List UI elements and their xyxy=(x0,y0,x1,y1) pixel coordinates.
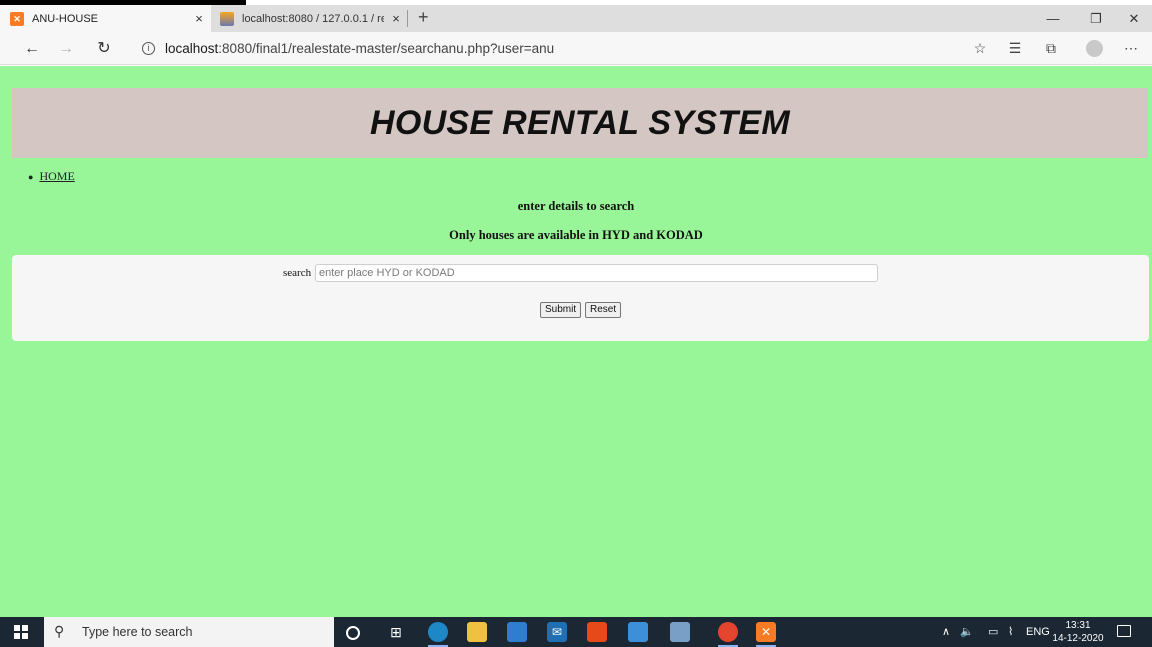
favorites-list-icon[interactable]: ☰ xyxy=(1004,32,1026,65)
page-content: HOUSE RENTAL SYSTEM ● HOME enter details … xyxy=(0,66,1152,617)
battery-icon[interactable]: ▭ xyxy=(988,617,998,647)
search-icon: ⚲ xyxy=(54,623,65,639)
tab-title: localhost:8080 / 127.0.0.1 / reale xyxy=(242,12,384,25)
favorite-star-icon[interactable]: ☆ xyxy=(969,32,991,65)
minimize-button[interactable]: — xyxy=(1034,5,1072,32)
cortana-icon[interactable] xyxy=(346,626,360,640)
info-icon[interactable]: i xyxy=(142,42,155,55)
phpmyadmin-icon xyxy=(220,11,234,26)
more-menu-icon[interactable]: ⋯ xyxy=(1120,32,1142,65)
system-clock[interactable]: 13:31 14-12-2020 xyxy=(1052,619,1104,645)
url-field[interactable]: localhost:8080/final1/realestate-master/… xyxy=(165,32,554,65)
taskbar-search-placeholder: Type here to search xyxy=(82,625,193,639)
bullet-icon: ● xyxy=(28,172,34,182)
url-host: localhost xyxy=(165,41,219,56)
tab-title: ANU-HOUSE xyxy=(32,12,99,25)
tab-anu-house[interactable]: ✕ ANU-HOUSE × xyxy=(0,5,211,32)
tab-phpmyadmin[interactable]: localhost:8080 / 127.0.0.1 / reale × xyxy=(212,5,408,32)
forward-arrow-icon[interactable]: → xyxy=(54,32,78,65)
photos-icon[interactable] xyxy=(670,622,690,642)
home-link[interactable]: HOME xyxy=(39,169,74,183)
search-instruction: enter details to search xyxy=(517,199,635,213)
tab-close-icon[interactable]: × xyxy=(187,11,211,26)
mail-icon[interactable]: ✉ xyxy=(547,622,567,642)
header-banner: HOUSE RENTAL SYSTEM xyxy=(12,88,1148,158)
chrome-icon[interactable] xyxy=(718,622,738,647)
search-form: search Submit Reset xyxy=(12,255,1149,341)
language-indicator[interactable]: ENG xyxy=(1026,617,1050,647)
tab-close-icon[interactable]: × xyxy=(384,11,408,26)
window-close-button[interactable]: ✕ xyxy=(1115,5,1152,32)
address-bar: ← → ↻ i localhost:8080/final1/realestate… xyxy=(0,32,1152,65)
xampp-taskbar-icon[interactable]: ✕ xyxy=(756,622,776,647)
taskbar-search-box[interactable]: ⚲ Type here to search xyxy=(44,617,334,647)
new-tab-button[interactable]: + xyxy=(418,5,429,29)
volume-icon[interactable]: 🔈 xyxy=(960,617,974,647)
profile-avatar[interactable] xyxy=(1086,40,1103,57)
back-arrow-icon[interactable]: ← xyxy=(20,32,44,65)
windows-start-icon[interactable] xyxy=(14,625,28,639)
taskbar: ⚲ Type here to search ⊞ ✉ ✕ ∧ 🔈 ▭ ⌇ ENG … xyxy=(0,617,1152,647)
url-path: :8080/final1/realestate-master/searchanu… xyxy=(218,41,555,56)
collections-icon[interactable]: ⧉ xyxy=(1040,32,1062,65)
maximize-button[interactable]: ❐ xyxy=(1077,5,1115,32)
edge-icon[interactable] xyxy=(428,622,448,647)
task-view-icon[interactable]: ⊞ xyxy=(386,622,406,642)
xampp-icon: ✕ xyxy=(10,11,24,26)
clock-date: 14-12-2020 xyxy=(1052,633,1104,644)
office-icon[interactable] xyxy=(587,622,607,642)
file-explorer-icon[interactable] xyxy=(467,622,487,642)
refresh-icon[interactable]: ↻ xyxy=(92,32,116,65)
availability-note: Only houses are available in HYD and KOD… xyxy=(449,228,703,242)
store-icon[interactable] xyxy=(507,622,527,642)
notification-icon[interactable] xyxy=(1117,625,1131,637)
media-app-icon[interactable] xyxy=(628,622,648,642)
tab-strip: ✕ ANU-HOUSE × localhost:8080 / 127.0.0.1… xyxy=(0,5,1152,32)
page-title: HOUSE RENTAL SYSTEM xyxy=(369,104,791,142)
search-label: search xyxy=(283,267,312,279)
search-input[interactable] xyxy=(315,264,878,282)
nav-list: ● HOME xyxy=(28,169,75,184)
tray-overflow-icon[interactable]: ∧ xyxy=(942,617,950,647)
wifi-icon[interactable]: ⌇ xyxy=(1008,617,1013,647)
clock-time: 13:31 xyxy=(1065,620,1091,631)
submit-button[interactable]: Submit xyxy=(540,302,582,318)
tab-separator xyxy=(407,10,408,27)
reset-button[interactable]: Reset xyxy=(585,302,622,318)
